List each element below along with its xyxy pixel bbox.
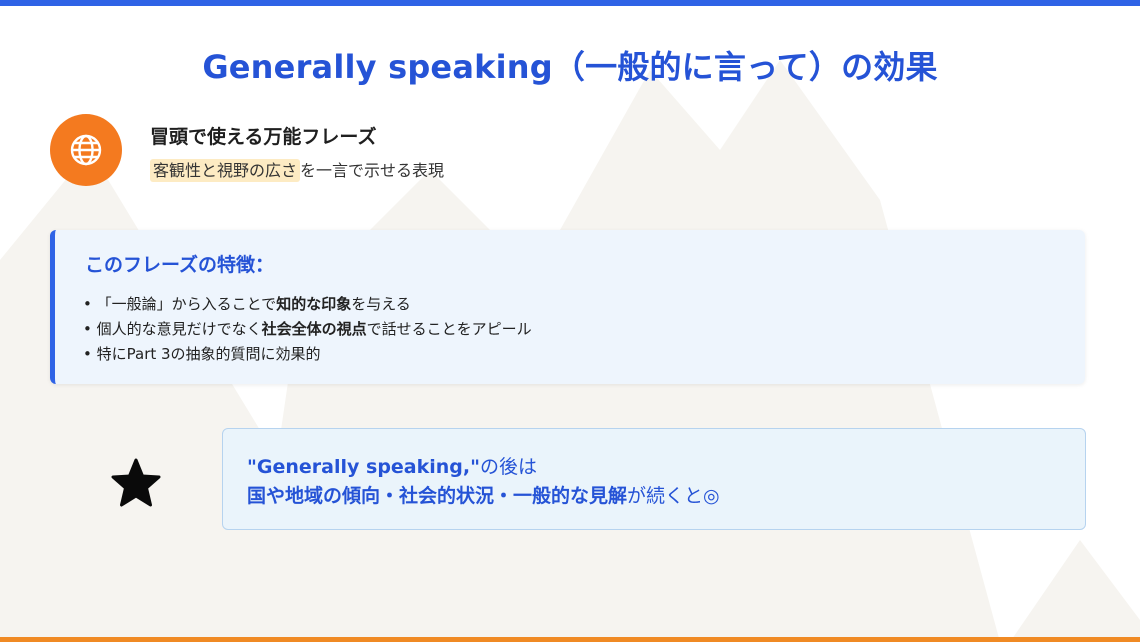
features-title: このフレーズの特徴： — [85, 254, 275, 276]
features-box: このフレーズの特徴： 「一般論」から入ることで知的な印象を与える 個人的な意見だ… — [50, 230, 1085, 384]
globe-badge — [50, 114, 122, 186]
globe-icon — [70, 134, 102, 166]
note-ending: が続くと◎ — [627, 485, 720, 507]
note-phrase: "Generally speaking," — [247, 456, 481, 478]
intro-subline: 客観性と視野の広さ を一言で示せる表現 — [150, 157, 445, 182]
page-title: Generally speaking（一般的に言って）の効果 — [202, 48, 938, 86]
list-item: 個人的な意見だけでなく社会全体の視点で話せることをアピール — [83, 317, 532, 342]
features-list: 「一般論」から入ることで知的な印象を与える 個人的な意見だけでなく社会全体の視点… — [83, 292, 532, 367]
list-item: 特にPart 3の抽象的質問に効果的 — [83, 342, 532, 367]
intro-highlight: 客観性と視野の広さ — [150, 159, 301, 182]
intro-sub-rest: を一言で示せる表現 — [300, 161, 445, 180]
intro-headline: 冒頭で使える万能フレーズ — [150, 126, 377, 148]
note-after-phrase: の後は — [480, 456, 538, 478]
star-icon — [111, 458, 161, 507]
list-item: 「一般論」から入ることで知的な印象を与える — [83, 292, 532, 317]
note-topics: 国や地域の傾向・社会的状況・一般的な見解 — [247, 485, 628, 507]
note-text: "Generally speaking,"の後は 国や地域の傾向・社会的状況・一… — [247, 453, 720, 511]
note-box: "Generally speaking,"の後は 国や地域の傾向・社会的状況・一… — [222, 428, 1086, 530]
